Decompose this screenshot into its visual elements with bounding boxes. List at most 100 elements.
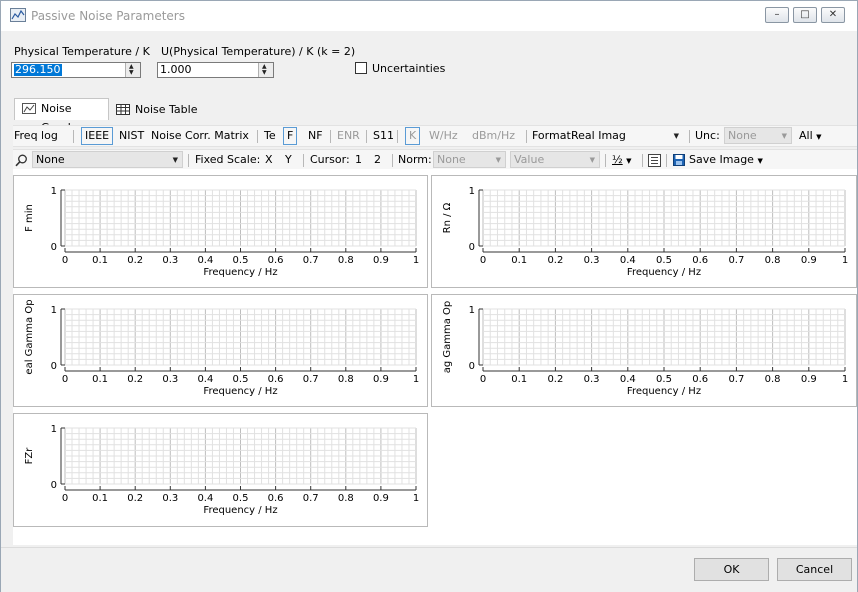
x-tick-label: 0.7 (303, 374, 319, 385)
ieee-button[interactable]: IEEE (81, 127, 114, 145)
x-tick-label: 0.4 (620, 255, 636, 266)
x-tick-label: 0.2 (127, 493, 143, 504)
x-tick-label: 0.9 (373, 493, 389, 504)
uncertainty-spin-arrows[interactable]: ▲ ▼ (258, 63, 273, 77)
x-tick-label: 0.7 (303, 255, 319, 266)
unc-label: Unc: (695, 129, 720, 142)
toolbar-separator (303, 154, 304, 167)
save-image-button[interactable]: Save Image ▼ (689, 153, 763, 168)
x-tick-label: 0.6 (692, 374, 708, 385)
toolbar-separator (397, 130, 398, 143)
graph-panel-real-gamma-opt[interactable]: 1 0 0 0.1 0.2 0.3 0.4 0.5 0.6 0.7 0.8 0.9 1 Frequency… (13, 294, 428, 407)
tab-noise-table[interactable]: Noise Table (109, 100, 201, 121)
nist-button[interactable]: NIST (119, 129, 144, 143)
y-tick-label: 1 (469, 186, 475, 197)
dbm-per-hz-button[interactable]: dBm/Hz (472, 129, 515, 143)
chevron-down-icon: ▼ (626, 157, 632, 165)
title-bar[interactable]: Passive Noise Parameters – □ ✕ (1, 1, 857, 31)
x-tick-label: 1 (842, 374, 848, 385)
temperature-spinbox[interactable]: 296.150 ▲ ▼ (11, 62, 141, 78)
enr-button[interactable]: ENR (337, 129, 360, 143)
f-button[interactable]: F (283, 127, 298, 145)
y-tick-label: 0 (469, 361, 475, 372)
toolbar-separator (642, 154, 643, 167)
list-view-icon[interactable] (648, 154, 661, 167)
y-axis-label: ag Gamma Op (442, 301, 453, 374)
x-tick-label: 0.3 (162, 255, 178, 266)
y-tick-label: 1 (51, 305, 57, 316)
cursor-1-button[interactable]: 1 (355, 153, 362, 167)
s11-button[interactable]: S11 (373, 129, 394, 143)
x-tick-label: 0.5 (656, 255, 672, 266)
unc-combo[interactable]: None ▼ (724, 127, 792, 144)
uncertainties-label: Uncertainties (372, 62, 446, 75)
fixed-scale-y-button[interactable]: Y (285, 153, 292, 167)
x-tick-label: 0.9 (373, 255, 389, 266)
toolbar-separator (257, 130, 258, 143)
x-tick-label: 0.1 (511, 255, 527, 266)
uncertainties-checkbox[interactable] (355, 62, 367, 74)
x-axis-label: Frequency / Hz (203, 386, 277, 397)
graph-panel-fzr[interactable]: 1 0 0 0.1 0.2 0.3 0.4 0.5 0.6 0.7 0.8 0.9 1 Frequency… (13, 413, 428, 527)
uncertainty-value[interactable]: 1.000 (160, 64, 192, 76)
uncertainty-label: U(Physical Temperature) / K (k = 2) (161, 45, 356, 58)
minimize-button[interactable]: – (765, 7, 789, 23)
graph-panel-rn[interactable]: 1 0 0 0.1 0.2 0.3 0.4 0.5 0.6 0.7 0.8 0.9 1 Frequency… (431, 175, 857, 288)
y-tick-label: 1 (469, 305, 475, 316)
maximize-button[interactable]: □ (793, 7, 817, 23)
fraction-format-button[interactable]: ½ ▼ (612, 153, 632, 168)
chart-window-icon (10, 8, 26, 22)
uncertainty-spinbox[interactable]: 1.000 ▲ ▼ (157, 62, 274, 78)
close-button[interactable]: ✕ (821, 7, 845, 23)
table-icon (116, 104, 130, 115)
y-tick-label: 0 (51, 480, 57, 491)
plot-svg: 1 00 0.1 0.2 0.3 0.4 0.5 0.6 0.7 0.8 0.9 1 Frequency… (24, 299, 419, 397)
x-axis-label: Frequency / Hz (627, 267, 701, 278)
chevron-down-icon: ▼ (589, 156, 595, 164)
nf-button[interactable]: NF (308, 129, 323, 143)
w-per-hz-button[interactable]: W/Hz (429, 129, 458, 143)
all-dropdown[interactable]: All ▼ (799, 129, 822, 144)
x-tick-label: 0 (480, 374, 486, 385)
format-combo[interactable]: Real Imag ▼ (567, 127, 684, 144)
close-icon: ✕ (828, 9, 838, 20)
fixed-scale-label: Fixed Scale: (195, 153, 261, 166)
temperature-spin-arrows[interactable]: ▲ ▼ (125, 63, 140, 77)
x-tick-label: 0.2 (547, 255, 563, 266)
noise-corr-matrix-button[interactable]: Noise Corr. Matrix (151, 129, 249, 143)
freq-log-button[interactable]: Freq log (14, 129, 58, 143)
x-tick-label: 0.9 (801, 374, 817, 385)
k-button[interactable]: K (405, 127, 421, 145)
dialog-footer: OK Cancel (1, 547, 857, 592)
tab-noise-graph[interactable]: Noise Graph (14, 98, 109, 134)
graph-panel-fmin[interactable]: 1 0 0 0.1 0.2 0.3 0.4 0.5 0.6 0.7 0.8 0.9 1 Frequency… (13, 175, 428, 288)
toolbar-separator (366, 130, 367, 143)
chevron-down-icon: ▼ (816, 133, 822, 141)
search-combo[interactable]: None ▼ (32, 151, 183, 168)
x-tick-label: 0.5 (233, 374, 249, 385)
cancel-button[interactable]: Cancel (777, 558, 852, 581)
x-tick-label: 1 (842, 255, 848, 266)
x-tick-label: 0.4 (197, 255, 213, 266)
x-tick-label: 1 (413, 255, 419, 266)
x-tick-label: 0.6 (268, 374, 284, 385)
value-combo[interactable]: Value ▼ (510, 151, 600, 168)
cursor-2-button[interactable]: 2 (374, 153, 381, 167)
x-tick-label: 0.1 (92, 493, 108, 504)
norm-combo[interactable]: None ▼ (433, 151, 506, 168)
all-label: All (799, 129, 813, 142)
graph-panel-imag-gamma-opt[interactable]: 1 0 0 0.1 0.2 0.3 0.4 0.5 0.6 0.7 0.8 0.9 1 Frequency… (431, 294, 857, 407)
toolbar-separator (330, 130, 331, 143)
te-button[interactable]: Te (264, 129, 276, 143)
x-tick-label: 0.8 (338, 255, 354, 266)
tab-noise-table-label: Noise Table (135, 103, 198, 116)
norm-value: None (437, 153, 466, 166)
x-tick-label: 0.6 (268, 255, 284, 266)
fixed-scale-x-button[interactable]: X (265, 153, 273, 167)
temperature-value[interactable]: 296.150 (14, 64, 62, 76)
norm-label: Norm: (398, 153, 432, 166)
ok-button[interactable]: OK (694, 558, 769, 581)
plot-svg: 1 00 0.1 0.2 0.3 0.4 0.5 0.6 0.7 0.8 0.9 1 Frequency… (442, 301, 848, 397)
x-axis-label: Frequency / Hz (203, 505, 277, 516)
toolbar-separator (666, 154, 667, 167)
